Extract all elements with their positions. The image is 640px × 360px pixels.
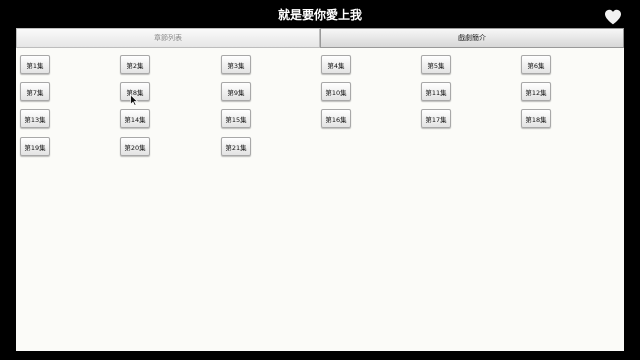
episode-button-1[interactable]: 第1集 <box>20 55 50 74</box>
episode-grid: 第1集 第2集 第3集 第4集 第5集 第6集 第7集 第8集 第9集 第10集… <box>16 48 624 351</box>
episode-button-3[interactable]: 第3集 <box>221 55 251 74</box>
episode-button-16[interactable]: 第16集 <box>321 109 351 128</box>
episode-button-2[interactable]: 第2集 <box>120 55 150 74</box>
episode-button-12[interactable]: 第12集 <box>521 82 551 101</box>
episode-button-13[interactable]: 第13集 <box>20 109 50 128</box>
episode-button-10[interactable]: 第10集 <box>321 82 351 101</box>
episode-button-17[interactable]: 第17集 <box>421 109 451 128</box>
episode-button-11[interactable]: 第11集 <box>421 82 451 101</box>
heart-icon[interactable] <box>604 9 622 25</box>
episode-button-19[interactable]: 第19集 <box>20 137 50 156</box>
tab-chapter-list[interactable]: 章節列表 <box>16 28 320 48</box>
episode-button-6[interactable]: 第6集 <box>521 55 551 74</box>
episode-button-21[interactable]: 第21集 <box>221 137 251 156</box>
episode-button-15[interactable]: 第15集 <box>221 109 251 128</box>
episode-button-14[interactable]: 第14集 <box>120 109 150 128</box>
tab-drama-intro[interactable]: 戲劇簡介 <box>320 28 624 48</box>
episode-button-9[interactable]: 第9集 <box>221 82 251 101</box>
episode-button-7[interactable]: 第7集 <box>20 82 50 101</box>
mouse-pointer-icon <box>130 94 139 106</box>
episode-button-20[interactable]: 第20集 <box>120 137 150 156</box>
episode-button-4[interactable]: 第4集 <box>321 55 351 74</box>
episode-button-18[interactable]: 第18集 <box>521 109 551 128</box>
tab-bar: 章節列表 戲劇簡介 <box>16 28 624 48</box>
episode-button-5[interactable]: 第5集 <box>421 55 451 74</box>
episode-list-panel: 第1集 第2集 第3集 第4集 第5集 第6集 第7集 第8集 第9集 第10集… <box>16 48 624 351</box>
app-title: 就是要你愛上我 <box>277 7 362 22</box>
